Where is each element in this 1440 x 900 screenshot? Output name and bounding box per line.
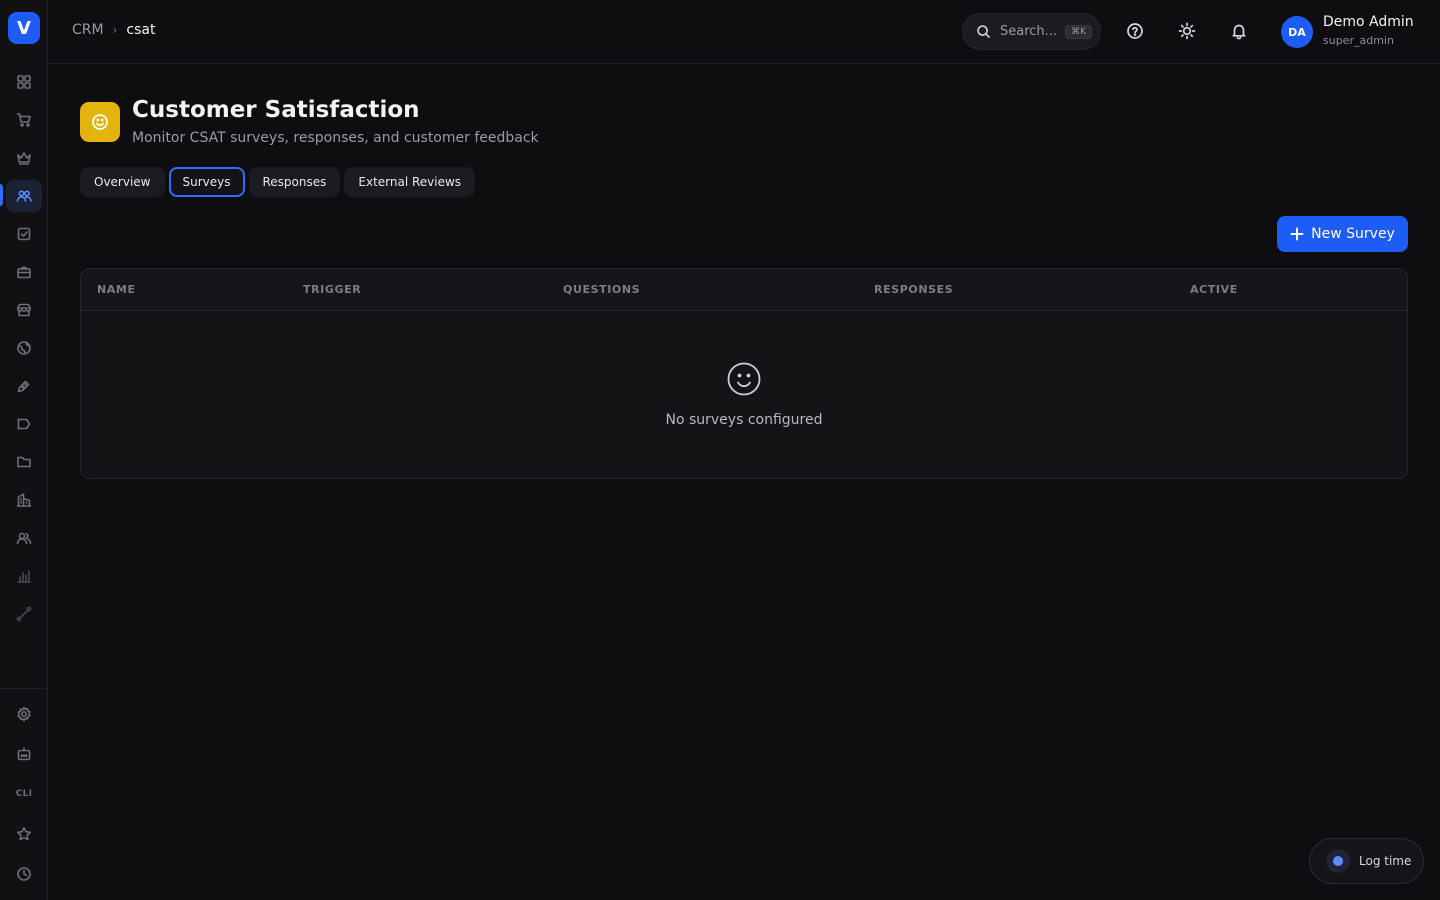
chevron-right-icon: › [112, 23, 118, 37]
user-role: super_admin [1323, 34, 1394, 47]
sun-icon[interactable] [1178, 22, 1198, 42]
empty-state-message: No surveys configured [665, 412, 823, 428]
globe-icon[interactable] [6, 332, 42, 364]
smile-icon [726, 361, 762, 397]
avatar[interactable]: DA [1281, 16, 1313, 48]
help-icon[interactable] [1126, 22, 1146, 42]
page-title: Customer Satisfaction [132, 97, 420, 123]
cli-label[interactable]: CLI [6, 778, 42, 810]
tab-surveys[interactable]: Surveys [168, 167, 245, 197]
new-survey-label: New Survey [1311, 226, 1395, 242]
pen-icon[interactable] [6, 370, 42, 402]
table-header: NAME TRIGGER QUESTIONS RESPONSES ACTIVE [81, 269, 1407, 311]
megaphone-icon[interactable] [6, 408, 42, 440]
dashboard-icon[interactable] [6, 66, 42, 98]
page-subtitle: Monitor CSAT surveys, responses, and cus… [132, 130, 539, 146]
breadcrumb-parent-link[interactable]: CRM [72, 22, 104, 38]
column-header-trigger[interactable]: TRIGGER [303, 283, 361, 296]
surveys-table: NAME TRIGGER QUESTIONS RESPONSES ACTIVE … [80, 268, 1408, 479]
column-header-responses[interactable]: RESPONSES [874, 283, 953, 296]
route-icon[interactable] [6, 598, 42, 630]
settings-icon[interactable] [6, 698, 42, 730]
search-button[interactable]: Search... ⌘K [962, 13, 1101, 50]
tab-overview[interactable]: Overview [80, 167, 165, 197]
users-icon[interactable] [6, 180, 42, 212]
folder-icon[interactable] [6, 446, 42, 478]
log-time-button[interactable]: Log time [1309, 838, 1424, 884]
team-icon[interactable] [6, 522, 42, 554]
search-placeholder: Search... [1000, 24, 1058, 39]
new-survey-button[interactable]: New Survey [1277, 216, 1408, 252]
robot-icon[interactable] [6, 738, 42, 770]
smile-icon [80, 102, 120, 142]
plus-icon [1290, 227, 1304, 241]
search-shortcut: ⌘K [1065, 24, 1092, 39]
app-logo[interactable]: V [8, 12, 40, 44]
active-indicator [0, 184, 3, 206]
tab-responses[interactable]: Responses [248, 167, 341, 197]
store-icon[interactable] [6, 294, 42, 326]
star-icon[interactable] [6, 818, 42, 850]
sidebar: V CLI [0, 0, 48, 900]
user-name[interactable]: Demo Admin [1323, 14, 1414, 30]
top-header: CRM › csat Search... ⌘K DA Demo Admin su… [48, 0, 1440, 64]
timer-icon [1326, 849, 1350, 873]
breadcrumb: CRM › csat [72, 22, 155, 38]
bar-chart-icon[interactable] [6, 560, 42, 592]
building-icon[interactable] [6, 484, 42, 516]
checkbox-icon[interactable] [6, 218, 42, 250]
column-header-questions[interactable]: QUESTIONS [563, 283, 640, 296]
breadcrumb-current: csat [126, 22, 156, 38]
clock-icon[interactable] [6, 858, 42, 890]
column-header-name[interactable]: NAME [97, 283, 136, 296]
bell-icon[interactable] [1230, 22, 1250, 42]
tab-external-reviews[interactable]: External Reviews [344, 167, 476, 197]
cart-icon[interactable] [6, 104, 42, 136]
column-header-active[interactable]: ACTIVE [1190, 283, 1238, 296]
tab-bar: Overview Surveys Responses External Revi… [80, 167, 476, 197]
crown-icon[interactable] [6, 142, 42, 174]
sidebar-divider [0, 688, 47, 689]
briefcase-icon[interactable] [6, 256, 42, 288]
search-icon [977, 25, 990, 38]
log-time-label: Log time [1359, 854, 1412, 868]
